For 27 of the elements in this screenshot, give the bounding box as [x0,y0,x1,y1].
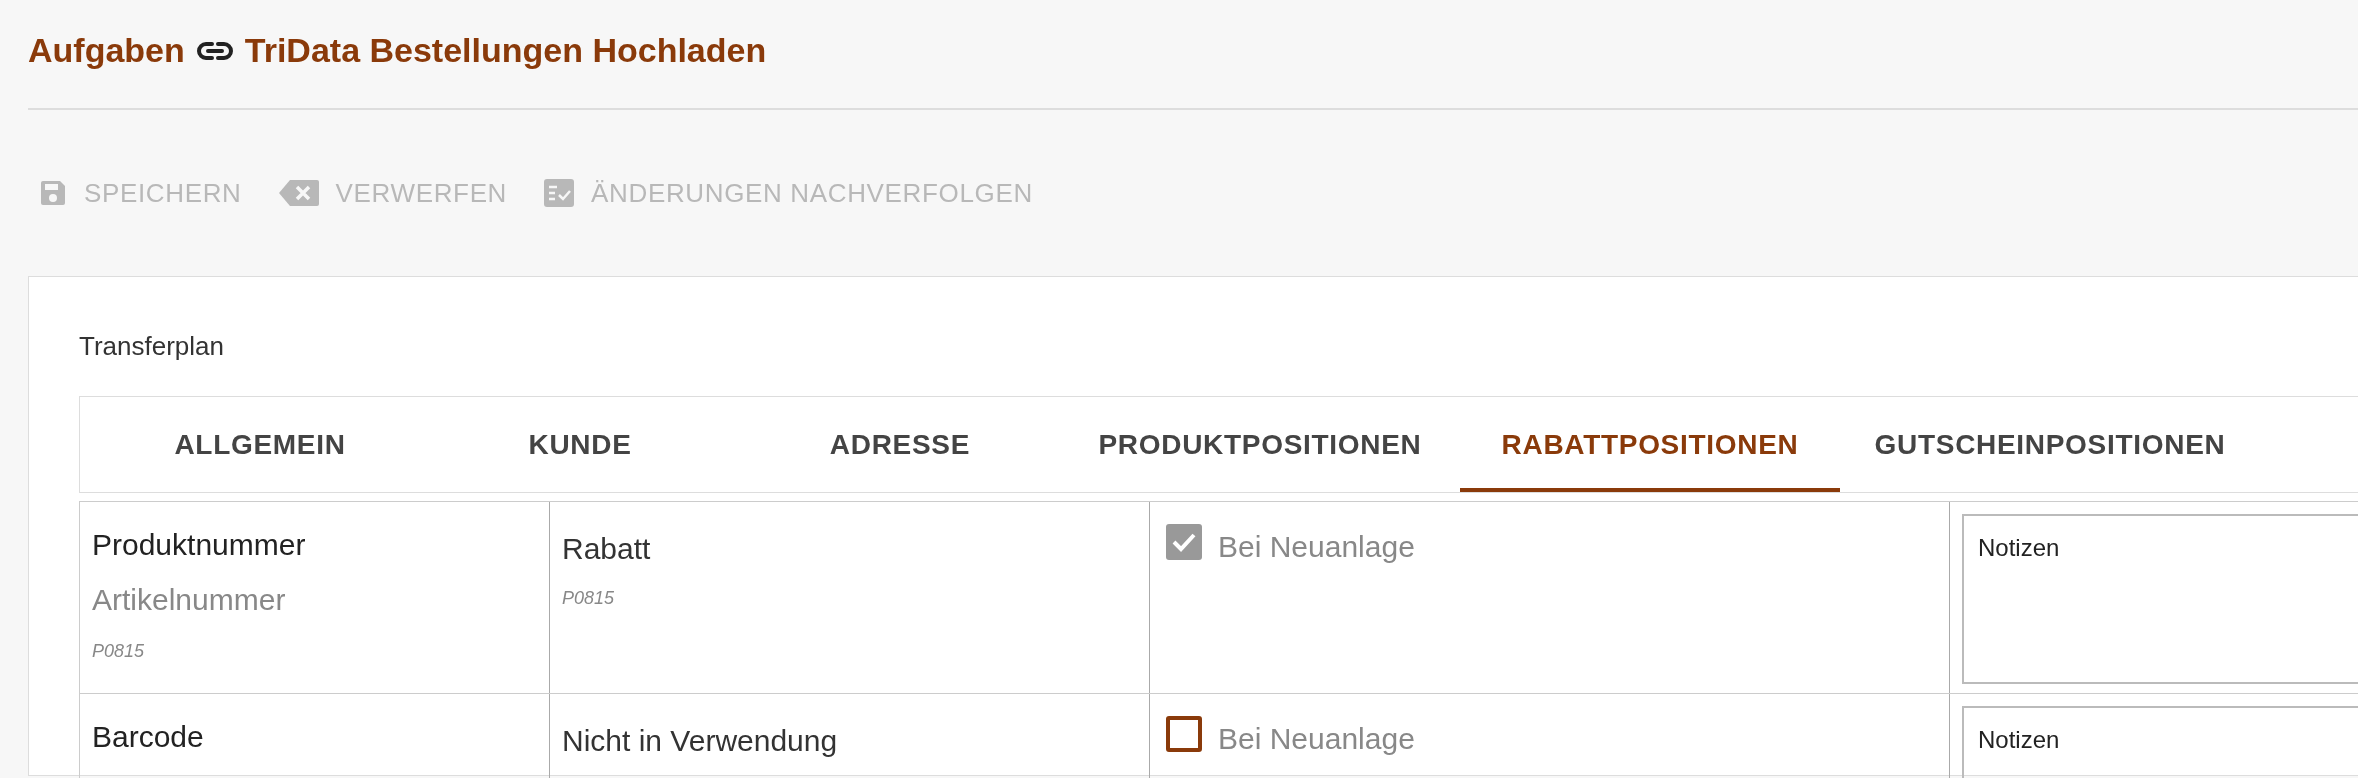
breadcrumb-link[interactable]: Aufgaben [28,24,185,76]
save-icon [38,178,68,208]
tab[interactable]: ADRESSE [740,397,1060,492]
tab[interactable]: GUTSCHEINPOSITIONEN [1840,397,2260,492]
card-title: Transferplan [79,330,225,363]
page-title: TriData Bestellungen Hochladen [244,29,767,71]
source-field-name: Produktnummer [92,527,306,563]
checkbox-label: Bei Neuanlage [1218,721,1415,757]
field-code: P0815 [562,587,615,610]
tab[interactable]: KUNDE [420,397,740,492]
tab[interactable]: ALLGEMEIN [100,397,420,492]
source-field-name: Barcode [92,719,204,755]
notes-field[interactable]: Notizen [1962,514,2358,684]
checkbox-label: Bei Neuanlage [1218,529,1415,565]
check-icon [1171,531,1197,553]
link-icon [196,41,233,61]
backspace-icon [277,178,320,208]
source-field-alias: Artikelnummer [92,582,286,618]
tab[interactable]: PRODUKTPOSITIONEN [1060,397,1460,492]
tab[interactable]: RABATTPOSITIONEN [1460,397,1840,492]
target-field-name: Rabatt [562,531,651,567]
checkbox[interactable] [1166,716,1202,752]
checkbox[interactable] [1166,524,1202,560]
notes-field[interactable]: Notizen [1962,706,2358,778]
checklist-icon [543,178,576,208]
target-field-name: Nicht in Verwendung [562,723,838,759]
field-code: P0815 [92,640,145,663]
